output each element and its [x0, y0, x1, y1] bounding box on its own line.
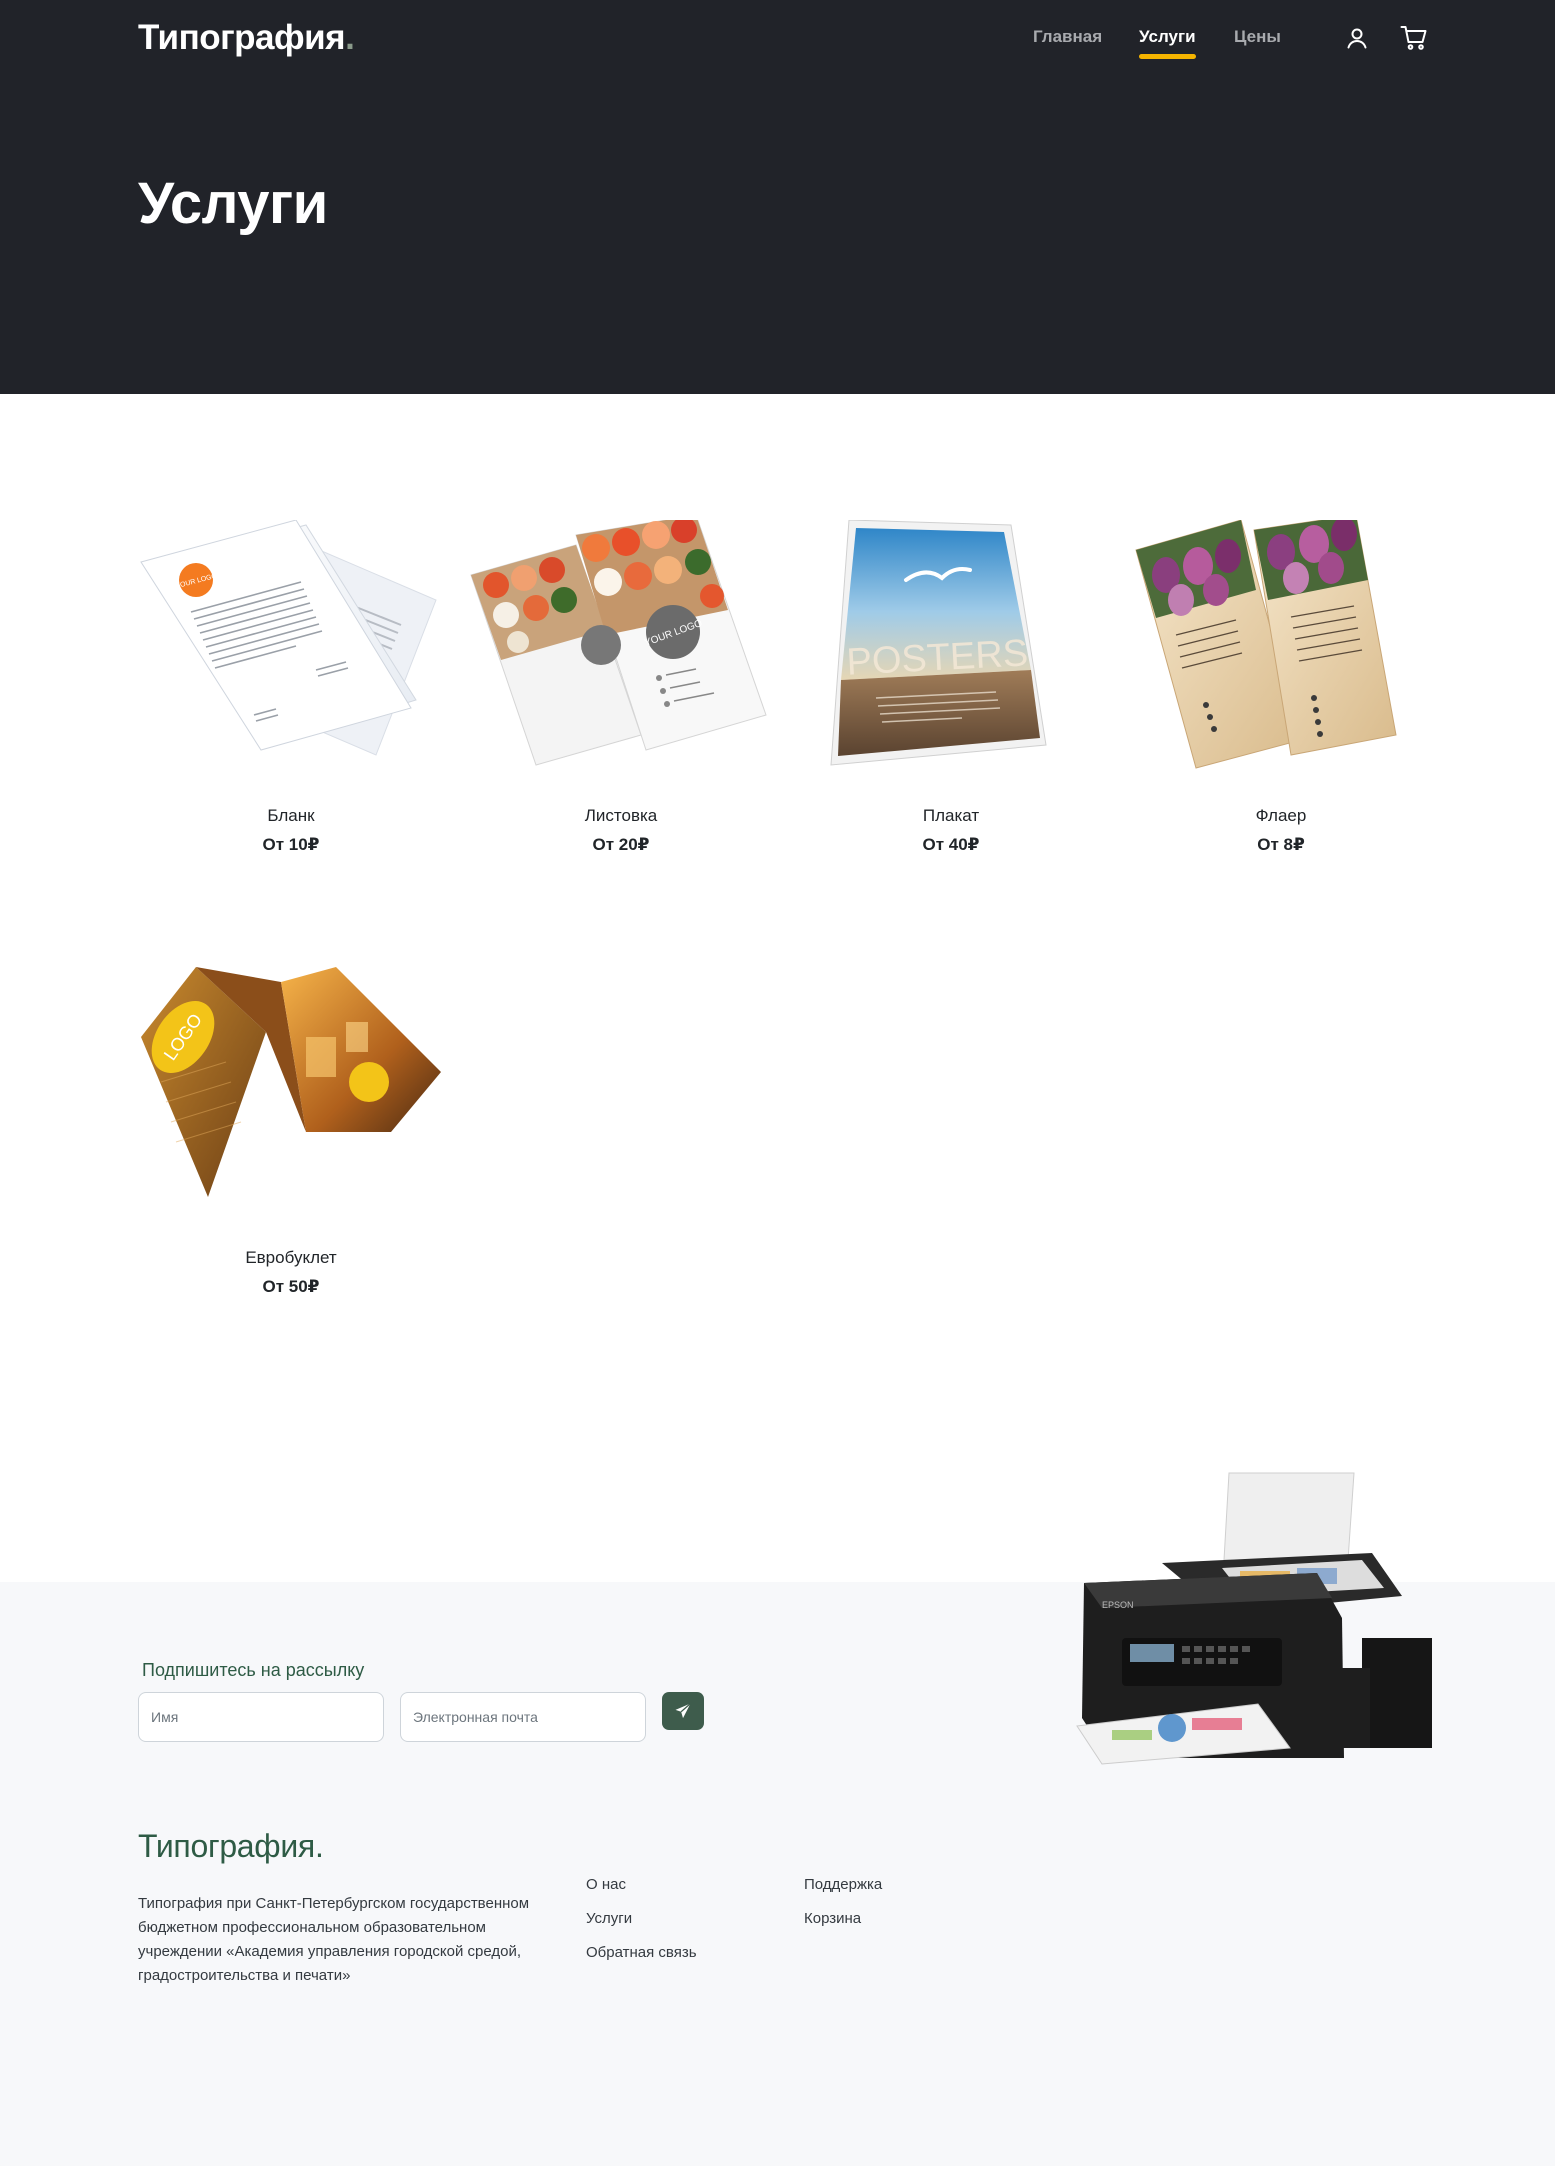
product-name: Евробуклет: [245, 1248, 337, 1267]
product-name: Плакат: [922, 806, 980, 825]
product-name: Бланк: [267, 806, 315, 825]
footer-link-support[interactable]: Поддержка: [804, 1876, 882, 1893]
printer-brand: EPSON: [1102, 1600, 1134, 1610]
user-button[interactable]: [1341, 22, 1373, 54]
product-card-blank[interactable]: YOUR LOGO Бланк От 10₽: [136, 519, 446, 854]
subscribe-send-button[interactable]: [662, 1692, 704, 1730]
product-image-flyer: [1126, 514, 1436, 790]
main-nav: Главная Услуги Цены: [0, 27, 1555, 67]
product-card-flyer[interactable]: Флаер От 8₽: [1126, 514, 1436, 854]
cart-button[interactable]: [1398, 22, 1430, 54]
email-field[interactable]: [400, 1692, 646, 1742]
product-image-poster: POSTERS: [796, 519, 1106, 790]
product-name: Листовка: [584, 806, 658, 825]
footer-link-cart[interactable]: Корзина: [804, 1910, 861, 1927]
product-card-eurobooklet[interactable]: LOGO Евробуклет От 50₽: [136, 962, 446, 1296]
footer-link-services[interactable]: Услуги: [586, 1910, 632, 1927]
footer-link-feedback[interactable]: Обратная связь: [586, 1944, 697, 1961]
user-icon: [1347, 28, 1367, 49]
subscribe-title: Подпишитесь на рассылку: [142, 1660, 365, 1680]
cart-icon: [1400, 26, 1427, 50]
footer-link-about[interactable]: О нас: [586, 1876, 626, 1893]
nav-item-home[interactable]: Главная: [1033, 27, 1102, 47]
product-price: От 20₽: [592, 835, 650, 854]
product-image-blank: YOUR LOGO: [136, 519, 446, 790]
product-price: От 10₽: [262, 835, 320, 854]
product-card-poster[interactable]: POSTERS Плакат От 40₽: [796, 519, 1106, 854]
product-price: От 40₽: [922, 835, 980, 854]
name-field[interactable]: [138, 1692, 384, 1742]
nav-item-services[interactable]: Услуги: [1139, 27, 1196, 59]
printer-image: EPSON: [1072, 1468, 1444, 1768]
product-image-leaflet: YOUR LOGO: [466, 514, 776, 790]
footer-about: Типография при Санкт-Петербургском госуд…: [138, 1895, 530, 1984]
page-title: Услуги: [138, 171, 328, 236]
product-image-eurobooklet: LOGO: [136, 962, 446, 1232]
product-price: От 50₽: [262, 1277, 320, 1296]
product-price: От 8₽: [1257, 835, 1305, 854]
paper-plane-icon: [675, 1703, 691, 1719]
hero-header: Типография. Главная Услуги Цены Услуги: [0, 0, 1555, 394]
nav-item-prices[interactable]: Цены: [1234, 27, 1281, 47]
product-name: Флаер: [1255, 806, 1307, 825]
product-card-leaflet[interactable]: YOUR LOGO Листовка От 20₽: [466, 514, 776, 854]
footer-logo: Типография.: [138, 1828, 324, 1864]
